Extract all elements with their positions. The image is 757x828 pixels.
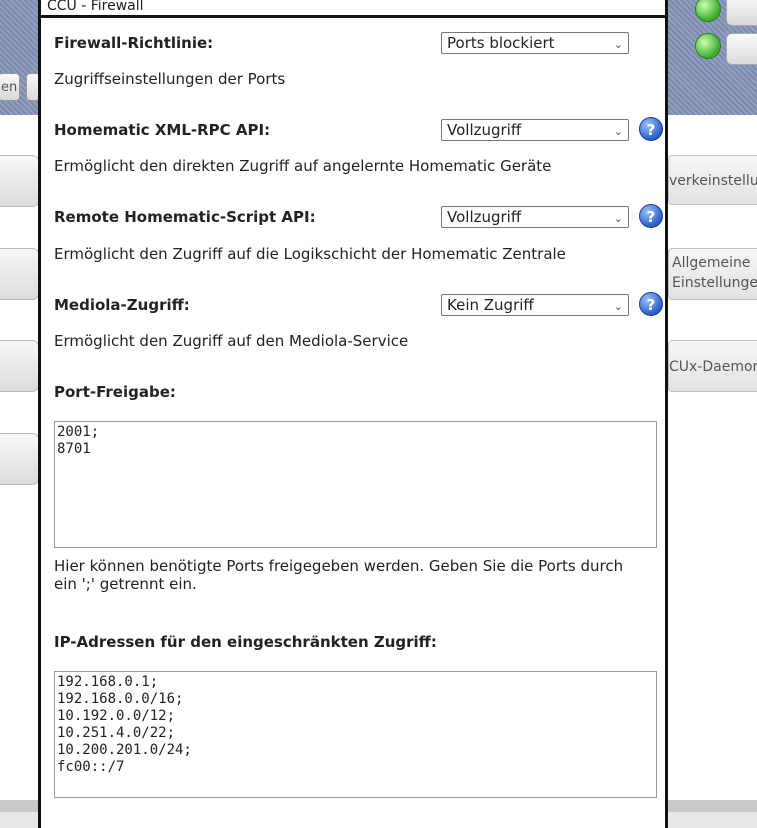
- right-card-allgemeine-line2: Einstellungen: [672, 275, 757, 291]
- firewall-policy-desc: Zugriffseinstellungen der Ports: [54, 70, 286, 88]
- port-release-desc: Hier können benötigte Ports freigegeben …: [54, 557, 624, 593]
- script-api-desc: Ermöglicht den Zugriff auf die Logikschi…: [54, 245, 566, 263]
- help-icon[interactable]: ?: [639, 204, 663, 228]
- right-card-allgemeine-line1: Allgemeine: [672, 255, 751, 271]
- header-right-button-1[interactable]: [726, 0, 757, 26]
- script-api-value: Vollzugriff: [447, 208, 522, 226]
- xmlrpc-label: Homematic XML-RPC API:: [54, 121, 271, 139]
- tab-left-1[interactable]: en: [0, 73, 20, 101]
- firewall-dialog: CCU - Firewall Firewall-Richtlinie: Port…: [38, 0, 668, 828]
- mediola-desc: Ermöglicht den Zugriff auf den Mediola-S…: [54, 332, 409, 350]
- help-icon[interactable]: ?: [639, 117, 663, 141]
- right-card-cux-label: CUx-Daemon: [669, 359, 757, 375]
- xmlrpc-desc: Ermöglicht den direkten Zugriff auf ange…: [54, 157, 552, 175]
- chevron-down-icon: ⌄: [613, 125, 623, 138]
- right-card-netzwerk[interactable]: verkeinstellu: [668, 155, 757, 205]
- xmlrpc-select[interactable]: Vollzugriff ⌄: [441, 119, 629, 141]
- right-card-netzwerk-label: verkeinstellu: [669, 173, 757, 189]
- xmlrpc-value: Vollzugriff: [447, 121, 522, 139]
- header-right-button-2[interactable]: [726, 33, 757, 65]
- script-api-select[interactable]: Vollzugriff ⌄: [441, 206, 629, 228]
- ip-restricted-label: IP-Adressen für den eingeschränkten Zugr…: [54, 633, 437, 651]
- firewall-policy-value: Ports blockiert: [447, 34, 555, 52]
- mediola-select[interactable]: Kein Zugriff ⌄: [441, 294, 629, 316]
- chevron-down-icon: ⌄: [613, 300, 623, 313]
- ip-restricted-textarea[interactable]: 192.168.0.1; 192.168.0.0/16; 10.192.0.0/…: [54, 671, 657, 798]
- mediola-value: Kein Zugriff: [447, 296, 534, 314]
- dialog-title: CCU - Firewall: [41, 0, 665, 18]
- status-led-2: [695, 33, 721, 59]
- right-card-allgemeine[interactable]: Allgemeine Einstellungen: [668, 248, 757, 300]
- chevron-down-icon: ⌄: [613, 212, 623, 225]
- side-button-1[interactable]: [0, 155, 40, 207]
- right-card-cux[interactable]: CUx-Daemon: [668, 340, 757, 392]
- help-icon[interactable]: ?: [639, 292, 663, 316]
- side-button-2[interactable]: [0, 248, 40, 300]
- port-release-textarea[interactable]: 2001; 8701: [54, 421, 657, 548]
- side-button-3[interactable]: [0, 340, 40, 392]
- port-release-label: Port-Freigabe:: [54, 383, 176, 401]
- firewall-policy-select[interactable]: Ports blockiert ⌄: [441, 32, 629, 54]
- script-api-label: Remote Homematic-Script API:: [54, 208, 316, 226]
- side-button-4[interactable]: [0, 433, 40, 485]
- firewall-policy-label: Firewall-Richtlinie:: [54, 34, 214, 52]
- chevron-down-icon: ⌄: [613, 38, 623, 51]
- mediola-label: Mediola-Zugriff:: [54, 296, 190, 314]
